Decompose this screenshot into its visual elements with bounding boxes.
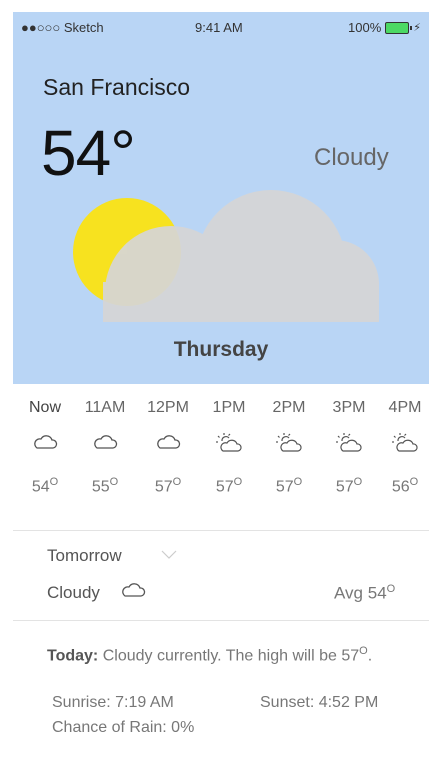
partly-sunny-icon: [199, 432, 259, 458]
charging-icon: ⚡: [413, 22, 421, 34]
hour-temp: 56O: [391, 476, 419, 496]
today-summary: Today: Cloudy currently. The high will b…: [47, 645, 373, 665]
cloud-icon: [122, 583, 146, 597]
battery-percent: 100%: [348, 20, 382, 35]
hour-label: 12PM: [147, 399, 189, 416]
hero-panel: ●●○○○ Sketch 9:41 AM 100% ⚡ San Francisc…: [13, 12, 429, 384]
tomorrow-average: Avg 54O: [334, 583, 396, 603]
status-time: 9:41 AM: [195, 20, 243, 35]
divider: [13, 620, 429, 621]
hour-temp: 57O: [215, 476, 243, 496]
partly-sunny-icon: [375, 432, 435, 458]
hour-label: 11AM: [84, 399, 126, 416]
hourly-item: 1PM 57O: [199, 398, 259, 496]
tomorrow-condition: Cloudy: [47, 583, 100, 602]
cloud-icon: [15, 432, 75, 458]
carrier-label: ●●○○○ Sketch: [21, 20, 104, 35]
hour-label: 4PM: [388, 399, 422, 416]
hourly-item: 11AM 55O: [75, 398, 135, 496]
hour-temp: 57O: [275, 476, 303, 496]
sunset-time: Sunset: 4:52 PM: [260, 694, 379, 711]
battery-icon: [385, 21, 413, 34]
cloud-icon: [75, 432, 135, 458]
city-name: San Francisco: [43, 74, 191, 100]
hour-label: Now: [28, 399, 61, 416]
hour-temp: 57O: [154, 476, 182, 496]
hour-label: 3PM: [332, 399, 366, 416]
hour-label: 1PM: [212, 399, 246, 416]
sunrise-time: Sunrise: 7:19 AM: [52, 694, 174, 711]
chevron-down-icon[interactable]: [160, 548, 178, 560]
partly-sunny-icon: [259, 432, 319, 458]
hourly-item: 2PM 57O: [259, 398, 319, 496]
hourly-item: Now 54O: [15, 398, 75, 496]
divider: [13, 530, 429, 531]
hour-label: 2PM: [272, 399, 306, 416]
hour-temp: 57O: [335, 476, 363, 496]
hour-temp: 55O: [91, 476, 119, 496]
cloud-icon: [138, 432, 198, 458]
partly-sunny-icon: [319, 432, 379, 458]
current-condition: Cloudy: [314, 144, 389, 171]
status-bar: ●●○○○ Sketch 9:41 AM 100% ⚡: [13, 12, 429, 42]
tomorrow-label[interactable]: Tomorrow: [47, 546, 122, 566]
hourly-item: 3PM 57O: [319, 398, 379, 496]
rain-chance: Chance of Rain: 0%: [52, 719, 195, 736]
battery-status: 100% ⚡: [348, 20, 421, 35]
hour-temp: 54O: [31, 476, 59, 496]
weather-illustration: [73, 190, 379, 322]
day-label: Thursday: [173, 338, 269, 361]
hourly-item: 4PM 56O: [375, 398, 435, 496]
hourly-item: 12PM 57O: [138, 398, 198, 496]
